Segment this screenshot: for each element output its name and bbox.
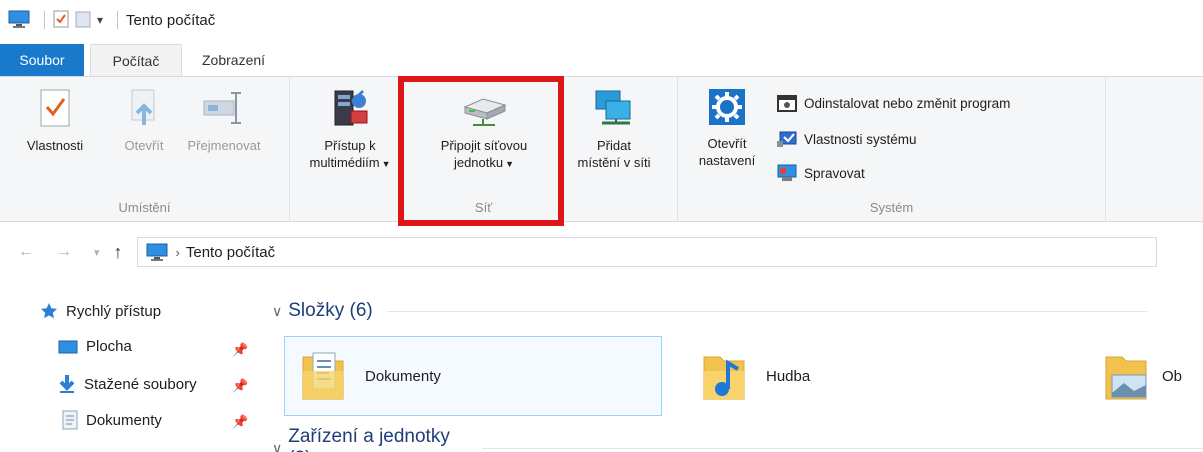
separator: [44, 11, 45, 29]
network-drive-icon: [463, 98, 507, 126]
pictures-folder-icon: [1105, 356, 1147, 400]
add-location-label-line1: Přidat: [597, 138, 631, 153]
recent-locations-chevron-icon[interactable]: ▾: [94, 246, 100, 259]
open-button[interactable]: Otevřít: [112, 87, 176, 154]
document-icon: [62, 410, 78, 430]
media-access-label-text: multimédiím: [309, 155, 380, 170]
ribbon-group-location: Vlastnosti Otevřít Přejmenovat Umístění: [0, 77, 290, 221]
section-folders-header[interactable]: ∨ Složky (6): [272, 300, 1147, 322]
system-properties-label: Vlastnosti systému: [804, 131, 917, 147]
rename-button[interactable]: Přejmenovat: [176, 87, 272, 154]
ribbon: Vlastnosti Otevřít Přejmenovat Umístění …: [0, 76, 1203, 222]
map-drive-label-line2: jednotku ▼: [410, 154, 558, 173]
properties-quick-icon[interactable]: [53, 10, 69, 31]
tab-computer[interactable]: Počítač: [90, 44, 182, 76]
nav-item-label: Plocha: [86, 338, 132, 355]
address-bar: ← → ▾ ↑ › Tento počítač: [0, 230, 1203, 274]
uninstall-icon: [777, 95, 797, 112]
properties-label: Vlastnosti: [26, 138, 84, 153]
tab-file[interactable]: Soubor: [0, 44, 84, 76]
media-access-label-line1: Přístup k: [324, 138, 376, 153]
nav-item-documents[interactable]: Dokumenty: [62, 410, 162, 430]
up-arrow-icon[interactable]: ↑: [114, 242, 123, 263]
title-bar: ▾ Tento počítač: [0, 0, 1203, 40]
new-folder-quick-icon[interactable]: [75, 10, 91, 31]
uninstall-label: Odinstalovat nebo změnit program: [804, 95, 1011, 111]
chevron-down-icon: ∨: [272, 439, 283, 452]
chevron-down-icon: ▼: [505, 159, 515, 169]
separator: [117, 11, 119, 29]
computer-management-icon: [777, 164, 797, 181]
network-location-icon: [595, 90, 631, 125]
back-arrow-icon[interactable]: ←: [18, 243, 34, 261]
map-network-drive-button[interactable]: Připojit síťovou jednotku ▼: [410, 87, 558, 173]
chevron-down-icon: ▼: [381, 159, 391, 169]
section-folders-title: Složky (6): [288, 300, 373, 321]
rename-label: Přejmenovat: [187, 138, 261, 153]
uninstall-program-button[interactable]: Odinstalovat nebo změnit program: [776, 93, 1010, 113]
folder-label: Hudba: [766, 367, 811, 385]
media-access-label-line2: multimédiím ▼: [298, 154, 402, 173]
manage-button[interactable]: Spravovat: [776, 163, 865, 183]
computer-icon: [146, 243, 168, 261]
add-location-label-line2: místění v síti: [577, 155, 651, 170]
system-properties-button[interactable]: Vlastnosti systému: [776, 129, 917, 149]
breadcrumb-chevron-icon[interactable]: ›: [176, 245, 180, 260]
navigation-pane: Rychlý přístup Plocha 📌 Stažené soubory …: [0, 292, 262, 452]
window-title: Tento počítač: [126, 11, 216, 29]
ribbon-group-system: Otevřít nastavení Odinstalovat nebo změn…: [678, 77, 1106, 221]
folder-tile-pictures[interactable]: Ob: [1088, 336, 1203, 416]
chevron-down-icon: ∨: [272, 302, 283, 319]
nav-item-label: Stažené soubory: [84, 375, 197, 393]
properties-button[interactable]: Vlastnosti: [16, 87, 94, 154]
customize-quick-access-icon[interactable]: ▾: [97, 13, 103, 27]
download-arrow-icon: [59, 375, 75, 393]
section-devices-header[interactable]: ∨ Zařízení a jednotky (3): [272, 426, 1203, 452]
manage-label: Spravovat: [804, 165, 865, 181]
open-settings-label-line2: nastavení: [698, 153, 756, 168]
music-folder-icon: [703, 356, 745, 400]
media-server-icon: [334, 89, 368, 126]
section-devices-title: Zařízení a jednotky (3): [288, 426, 450, 452]
media-access-button[interactable]: Přístup k multimédiím ▼: [298, 87, 402, 173]
pin-icon[interactable]: 📌: [232, 378, 248, 394]
ribbon-tabs: Soubor Počítač Zobrazení: [0, 44, 1203, 76]
section-divider: [386, 310, 1147, 312]
nav-item-desktop[interactable]: Plocha: [58, 338, 132, 355]
star-icon: [41, 303, 57, 319]
open-settings-label-line1: Otevřít: [707, 136, 747, 151]
nav-item-label: Rychlý přístup: [66, 302, 162, 320]
group-label-location: Umístění: [118, 200, 171, 215]
address-field[interactable]: › Tento počítač: [136, 237, 1157, 267]
folder-tile-documents[interactable]: Dokumenty: [284, 336, 662, 416]
nav-item-downloads[interactable]: Stažené soubory: [58, 374, 197, 394]
open-settings-button[interactable]: Otevřít nastavení: [686, 87, 768, 169]
folder-label: Ob: [1162, 367, 1183, 385]
breadcrumb-this-pc[interactable]: Tento počítač: [186, 244, 275, 261]
map-drive-label-text: jednotku: [453, 155, 504, 170]
computer-icon[interactable]: [8, 10, 30, 31]
map-drive-label-line1: Připojit síťovou: [440, 138, 528, 153]
open-label: Otevřít: [124, 138, 164, 153]
forward-arrow-icon[interactable]: →: [56, 243, 72, 261]
properties-icon: [40, 89, 70, 127]
documents-folder-icon: [302, 352, 344, 400]
system-properties-icon: [777, 131, 797, 147]
tab-view[interactable]: Zobrazení: [190, 44, 277, 76]
section-divider: [482, 447, 1203, 449]
folder-label: Dokumenty: [365, 367, 441, 385]
ribbon-group-network: Přístup k multimédiím ▼ Připojit síťovou …: [290, 77, 678, 221]
group-label-network: Síť: [474, 200, 493, 215]
pin-icon[interactable]: 📌: [232, 342, 248, 358]
pin-icon[interactable]: 📌: [232, 414, 248, 430]
folder-tile-music[interactable]: Hudba: [686, 336, 1066, 416]
desktop-icon: [58, 340, 78, 353]
open-icon: [131, 89, 155, 125]
gear-icon: [709, 89, 745, 125]
rename-icon: [203, 92, 241, 124]
add-network-location-button[interactable]: Přidat místění v síti: [562, 87, 666, 171]
nav-item-label: Dokumenty: [86, 411, 162, 429]
nav-item-quick-access[interactable]: Rychlý přístup: [40, 302, 161, 320]
group-label-system: Systém: [869, 200, 914, 215]
